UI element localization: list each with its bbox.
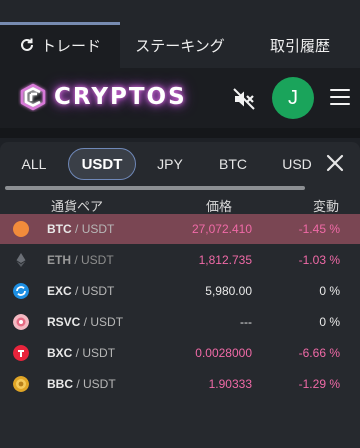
price-value: --- (240, 315, 252, 329)
close-icon[interactable] (326, 154, 344, 172)
currency-tab-usd[interactable]: USD (276, 148, 318, 180)
header-pair: 通貨ペア (51, 199, 104, 214)
table-row-bxc[interactable]: BXC / USDT 0.0028000 -6.66 % (0, 338, 360, 368)
bbc-coin-icon (13, 376, 29, 392)
change-value: -1.03 % (298, 253, 340, 267)
tab-trade[interactable]: トレード (0, 22, 120, 68)
price-value: 5,980.00 (205, 284, 252, 298)
price-value: 0.0028000 (195, 346, 252, 360)
currency-tab-btc[interactable]: BTC (210, 148, 256, 180)
trade-screen: トレード ステーキング 取引履歴 CRYPTOS J ALL USDT JPY … (0, 0, 360, 448)
currency-tabs: ALL USDT JPY BTC USD (0, 148, 360, 190)
tab-trade-label: トレード (40, 37, 101, 55)
table-row-rsvc[interactable]: RSVC / USDT --- 0 % (0, 307, 360, 337)
logo[interactable]: CRYPTOS (18, 82, 187, 112)
pair-label: EXC / USDT (47, 284, 115, 298)
change-value: 0 % (319, 284, 340, 298)
app-header: CRYPTOS J (0, 68, 360, 128)
exc-coin-icon (13, 283, 29, 299)
tab-history[interactable]: 取引履歴 (240, 22, 360, 68)
price-value: 1,812.735 (198, 253, 252, 267)
table-row-bbc[interactable]: BBC / USDT 1.90333 -1.29 % (0, 369, 360, 399)
change-value: -1.29 % (298, 377, 340, 391)
currency-tab-usdt[interactable]: USDT (68, 148, 136, 180)
header-change: 変動 (313, 199, 340, 214)
change-value: 0 % (319, 315, 340, 329)
header-price: 価格 (206, 199, 233, 214)
btc-coin-icon (13, 221, 29, 237)
rsvc-coin-icon (13, 314, 29, 330)
tab-staking-label: ステーキング (135, 37, 225, 55)
refresh-icon (21, 38, 33, 51)
hamburger-menu-icon[interactable] (330, 89, 350, 107)
change-value: -1.45 % (298, 222, 340, 236)
price-value: 1.90333 (208, 377, 252, 391)
pair-label: BXC / USDT (47, 346, 116, 360)
eth-coin-icon (16, 253, 26, 267)
currency-tab-jpy[interactable]: JPY (148, 148, 192, 180)
tab-staking[interactable]: ステーキング (120, 22, 240, 68)
market-panel: ALL USDT JPY BTC USD 通貨ペア 価格 変動 BTC / US… (0, 142, 360, 448)
pair-label: RSVC / USDT (47, 315, 124, 329)
logo-mark-icon (20, 83, 46, 111)
tab-history-label: 取引履歴 (269, 37, 330, 55)
main-nav: トレード ステーキング 取引履歴 (0, 22, 360, 68)
pair-label: BTC / USDT (47, 222, 115, 236)
avatar[interactable]: J (272, 77, 314, 119)
sound-muted-icon[interactable] (232, 87, 256, 111)
price-value: 27,072.410 (191, 222, 252, 236)
currency-tab-all[interactable]: ALL (14, 148, 54, 180)
divider (0, 128, 360, 138)
status-strip (0, 0, 360, 22)
table-row-eth[interactable]: ETH / USDT 1,812.735 -1.03 % (0, 245, 360, 275)
table-row-btc[interactable]: BTC / USDT 27,072.410 -1.45 % (0, 214, 360, 244)
bxc-coin-icon (13, 345, 29, 361)
change-value: -6.66 % (298, 346, 340, 360)
pair-label: BBC / USDT (47, 377, 116, 391)
logo-text: CRYPTOS (54, 84, 187, 110)
table-row-exc[interactable]: EXC / USDT 5,980.00 0 % (0, 276, 360, 306)
pair-label: ETH / USDT (47, 253, 114, 267)
